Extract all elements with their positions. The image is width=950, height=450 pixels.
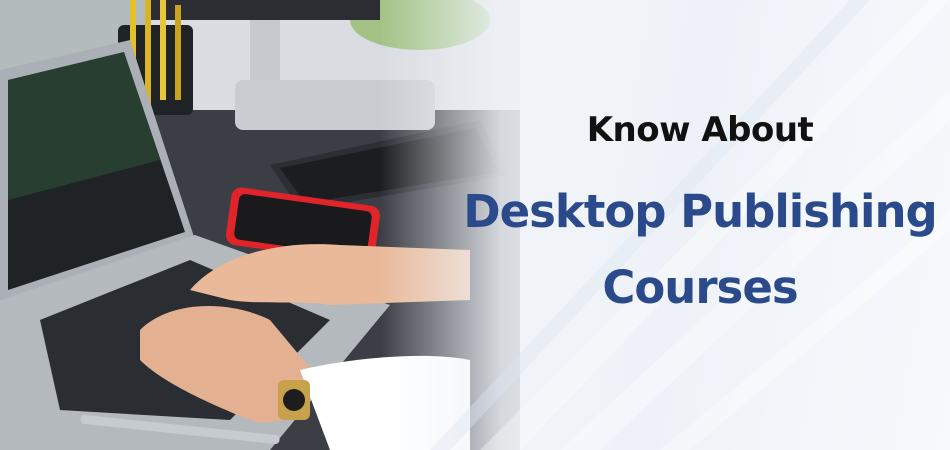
kicker-text: Know About [586,110,814,150]
title-line-1: Desktop Publishing [463,185,937,238]
title-line-2: Courses [602,261,798,314]
banner-heading: Know About Desktop Publishing Courses [460,110,940,326]
banner: Know About Desktop Publishing Courses [0,0,950,450]
